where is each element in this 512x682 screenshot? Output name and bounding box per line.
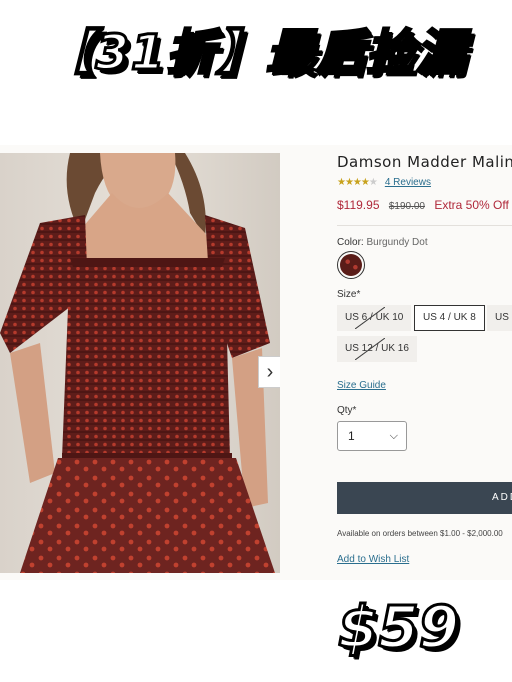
color-value: Burgundy Dot	[366, 237, 428, 248]
price-row: $119.95 $190.00 Extra 50% Off	[337, 198, 512, 212]
color-swatch-fill	[340, 254, 362, 276]
rating: ★★★★★ 4 Reviews	[337, 177, 512, 188]
next-image-button[interactable]: ›	[258, 356, 280, 388]
size-guide-link[interactable]: Size Guide	[337, 380, 386, 391]
product-card: › Damson Madder Malin ★★★★★ 4 Reviews $1…	[0, 145, 512, 580]
color-swatch[interactable]	[337, 251, 365, 279]
original-price: $190.00	[388, 201, 425, 212]
divider	[337, 225, 512, 226]
promo-banner: 【31折】最后捡漏	[0, 8, 512, 98]
star-rating-icon: ★★★★★	[337, 177, 378, 188]
quantity-select[interactable]: 1 ⌵	[337, 421, 407, 451]
color-label-text: Color:	[337, 237, 364, 248]
availability-note: Available on orders between $1.00 - $2,0…	[337, 529, 503, 538]
product-image[interactable]: ›	[0, 153, 280, 573]
size-option-us1[interactable]: US 1	[487, 305, 512, 331]
reviews-link[interactable]: 4 Reviews	[385, 177, 431, 188]
product-details: Damson Madder Malin ★★★★★ 4 Reviews $119…	[337, 153, 512, 212]
qty-label: Qty*	[337, 405, 357, 416]
chevron-down-icon: ⌵	[389, 430, 398, 442]
size-label: Size*	[337, 289, 361, 300]
dress-photo-illustration	[0, 153, 275, 573]
extra-discount: Extra 50% Off	[434, 198, 509, 212]
add-to-wishlist-link[interactable]: Add to Wish List	[337, 554, 409, 565]
add-to-bag-button[interactable]: ADD	[337, 482, 512, 514]
product-title: Damson Madder Malin	[337, 153, 512, 171]
banner-title: 【31折】最后捡漏	[44, 24, 467, 83]
quantity-value: 1	[348, 429, 355, 443]
sale-price: $119.95	[337, 198, 380, 212]
size-option-us4[interactable]: US 4 / UK 8	[414, 305, 485, 331]
chevron-right-icon: ›	[266, 360, 274, 383]
size-option-us12[interactable]: US 12 / UK 16	[337, 336, 417, 362]
promo-price: $59	[336, 592, 460, 663]
size-option-us6[interactable]: US 6 / UK 10	[337, 305, 412, 331]
color-label: Color: Burgundy Dot	[337, 237, 428, 248]
